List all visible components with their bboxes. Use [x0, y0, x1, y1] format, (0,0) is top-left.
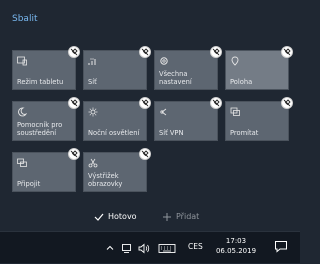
- unpin-icon[interactable]: [68, 46, 80, 58]
- clock-date: 06.05.2019: [215, 247, 257, 255]
- show-hidden-icons-button[interactable]: [105, 232, 117, 264]
- night-light-sun-icon: [88, 107, 98, 117]
- network-icon: [88, 56, 98, 66]
- done-label: Hotovo: [108, 211, 137, 221]
- unpin-icon[interactable]: [139, 46, 151, 58]
- unpin-icon[interactable]: [68, 97, 80, 109]
- unpin-icon[interactable]: [210, 46, 222, 58]
- touch-keyboard-button[interactable]: [158, 232, 178, 264]
- tile-label: Noční osvětlení: [88, 129, 140, 137]
- edit-actions-row: Hotovo Přidat: [0, 208, 300, 224]
- input-language-indicator[interactable]: CES: [188, 242, 203, 251]
- settings-gear-icon: [159, 56, 169, 66]
- unpin-icon[interactable]: [281, 97, 293, 109]
- location-icon: [230, 56, 240, 66]
- tile-label: Připojit: [17, 180, 41, 188]
- tile-night-light[interactable]: Noční osvětlení: [83, 97, 151, 141]
- tile-all-settings[interactable]: Všechna nastavení: [154, 46, 222, 90]
- screen-snip-icon: [88, 158, 98, 168]
- tile-connect[interactable]: Připojit: [12, 148, 80, 192]
- unpin-icon[interactable]: [139, 148, 151, 160]
- tile-tablet-mode[interactable]: Režim tabletu: [12, 46, 80, 90]
- keyboard-icon: [158, 243, 176, 254]
- notification-icon: [274, 238, 288, 257]
- connect-icon: [17, 158, 27, 168]
- tile-label: Režim tabletu: [17, 78, 64, 86]
- tile-project[interactable]: Promítat: [225, 97, 293, 141]
- add-label: Přidat: [176, 211, 200, 221]
- focus-assist-moon-icon: [17, 107, 27, 117]
- tile-focus-assist[interactable]: Pomocník pro soustředění: [12, 97, 80, 141]
- clock[interactable]: 17:03 06.05.2019: [214, 236, 258, 256]
- network-tray-button[interactable]: [121, 232, 133, 264]
- tile-network[interactable]: Síť: [83, 46, 151, 90]
- volume-tray-button[interactable]: [138, 232, 152, 264]
- unpin-icon[interactable]: [68, 148, 80, 160]
- add-button[interactable]: Přidat: [162, 208, 199, 224]
- unpin-icon[interactable]: [210, 97, 222, 109]
- tablet-mode-icon: [17, 56, 27, 66]
- plus-icon: [162, 207, 172, 226]
- tile-label: Výstřižek obrazovky: [88, 172, 123, 188]
- tile-vpn[interactable]: Síť VPN: [154, 97, 222, 141]
- tile-label: Všechna nastavení: [159, 70, 192, 86]
- action-center-button[interactable]: [262, 232, 300, 263]
- unpin-icon[interactable]: [139, 97, 151, 109]
- tile-screen-snip[interactable]: Výstřižek obrazovky: [83, 148, 151, 192]
- project-icon: [230, 107, 240, 117]
- tile-label: Pomocník pro soustředění: [17, 121, 63, 137]
- checkmark-icon: [94, 207, 104, 226]
- unpin-icon[interactable]: [281, 46, 293, 58]
- action-center-panel: Sbalit Režim tabletu Síť Všechna nastave…: [0, 0, 300, 231]
- tile-label: Síť: [88, 78, 97, 86]
- tile-location[interactable]: Poloha: [225, 46, 293, 90]
- tile-label: Síť VPN: [159, 129, 184, 137]
- chevron-up-icon: [105, 243, 115, 253]
- done-button[interactable]: Hotovo: [94, 208, 137, 224]
- tile-label: Promítat: [230, 129, 259, 137]
- ethernet-icon: [121, 243, 132, 254]
- vpn-icon: [159, 107, 169, 117]
- taskbar: CES 17:03 06.05.2019: [0, 231, 300, 263]
- speaker-icon: [138, 243, 150, 254]
- collapse-link[interactable]: Sbalit: [12, 14, 37, 24]
- tile-label: Poloha: [230, 78, 253, 86]
- clock-time: 17:03: [225, 237, 247, 245]
